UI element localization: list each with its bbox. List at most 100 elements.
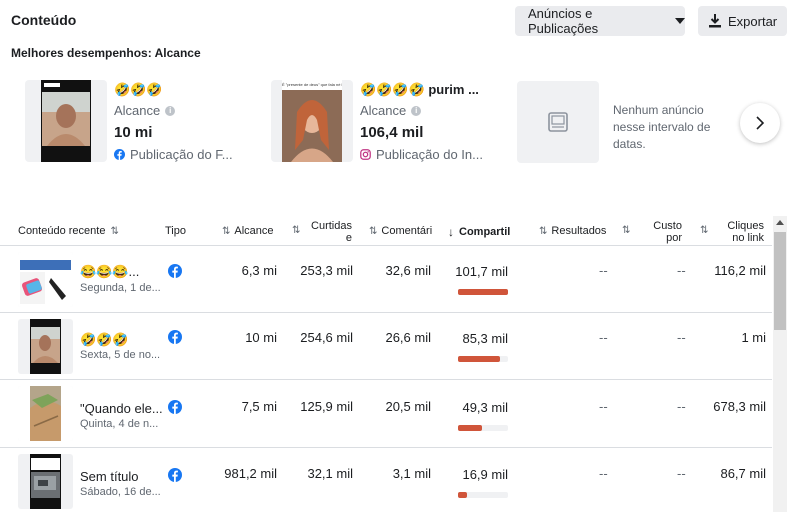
ad-placeholder-icon [548, 112, 568, 132]
shares-bar-fill [458, 492, 467, 498]
facebook-icon [168, 330, 182, 344]
row-date: Quinta, 4 de n... [80, 418, 159, 430]
likes-value: 253,3 mil [300, 263, 353, 278]
column-header-label: Resultados [551, 225, 607, 237]
card-metric-label: Alcance i [114, 103, 176, 118]
post-thumbnail-image [41, 80, 91, 162]
comments-value: 26,6 mil [385, 330, 431, 345]
row-thumbnail [18, 319, 73, 374]
column-header-clicks[interactable]: Cliques no link [714, 220, 764, 244]
column-header-label: Comentári [381, 225, 433, 237]
post-thumbnail-image [282, 80, 342, 162]
sort-icon: ⇅ [222, 225, 231, 237]
row-title[interactable]: Sem título [80, 469, 139, 484]
column-header-shares[interactable]: ↓ Compartil [448, 225, 510, 239]
download-icon [709, 14, 721, 28]
card-thumbnail: É "presente de deus" que fala né kk [271, 80, 353, 162]
post-thumbnail-image [30, 454, 61, 509]
shares-value: 85,3 mil [462, 331, 508, 346]
export-button[interactable]: Exportar [698, 6, 787, 36]
results-value: -- [599, 263, 608, 278]
reach-value: 981,2 mil [224, 466, 277, 481]
column-header-label: Conteúdo recente [18, 225, 106, 237]
table-scrollbar[interactable] [773, 216, 787, 512]
column-header-cost-sort[interactable]: ⇅ [622, 225, 634, 236]
column-header-cost[interactable]: Custo por [650, 220, 682, 244]
column-header-reach[interactable]: ⇅ Alcance [222, 225, 274, 237]
row-title[interactable]: 🤣🤣🤣 [80, 332, 129, 348]
comments-value: 32,6 mil [385, 263, 431, 278]
cost-value: -- [677, 263, 686, 278]
row-date: Segunda, 1 de... [80, 282, 161, 294]
column-header-likes-sort[interactable]: ⇅ [292, 225, 304, 236]
post-thumbnail-image [18, 386, 73, 441]
cost-value: -- [677, 330, 686, 345]
likes-value: 125,9 mil [300, 399, 353, 414]
sort-icon: ⇅ [369, 225, 378, 237]
column-header-results[interactable]: ⇅ Resultados [539, 225, 606, 237]
reach-value: 6,3 mi [241, 263, 277, 278]
results-value: -- [599, 330, 608, 345]
comments-value: 3,1 mil [392, 466, 431, 481]
card-post-title: 🤣🤣🤣🤣 purim ... [360, 82, 479, 97]
column-header-clicks-sort[interactable]: ⇅ [700, 225, 712, 236]
top-performer-card-2[interactable]: É "presente de deus" que fala né kk 🤣🤣🤣🤣… [271, 80, 483, 164]
table-row[interactable]: "Quando ele... Quinta, 4 de n... 7,5 mi … [0, 379, 772, 447]
carousel-next-button[interactable] [740, 103, 780, 143]
top-performer-card-1[interactable]: 🤣🤣🤣 Alcance i 10 mi Publicação do F... [25, 80, 235, 164]
results-value: -- [599, 466, 608, 481]
info-icon[interactable]: i [165, 105, 176, 116]
sort-icon: ⇅ [539, 225, 548, 237]
caret-down-icon [675, 18, 685, 24]
cost-value: -- [677, 466, 686, 481]
card-thumbnail [25, 80, 107, 162]
column-header-label: Compartil [459, 226, 511, 238]
row-title[interactable]: "Quando ele... [80, 401, 163, 416]
table-row[interactable]: 😂😂😂... Segunda, 1 de... 6,3 mi 253,3 mil… [0, 245, 772, 313]
export-label: Exportar [728, 13, 778, 29]
column-header-content[interactable]: Conteúdo recente ⇅ [18, 225, 119, 237]
ads-dropdown-label: Anúncios e Publicações [528, 6, 599, 36]
metric-label-text: Alcance [360, 103, 407, 118]
column-header-comments[interactable]: ⇅ Comentári [369, 225, 432, 237]
facebook-icon [114, 149, 125, 160]
row-thumbnail [18, 386, 73, 441]
card-metric-value: 106,4 mil [360, 124, 424, 141]
row-title[interactable]: 😂😂😂... [80, 264, 139, 280]
results-value: -- [599, 399, 608, 414]
column-header-label: Alcance [234, 225, 274, 237]
sort-icon: ⇅ [292, 225, 301, 236]
shares-value: 101,7 mil [455, 264, 508, 279]
info-icon[interactable]: i [411, 105, 422, 116]
column-header-type[interactable]: Tipo [165, 225, 186, 237]
card-metric-value: 10 mi [114, 124, 153, 141]
card-platform: Publicação do In... [360, 147, 483, 162]
platform-label: Publicação do F... [130, 147, 233, 162]
card-post-title: 🤣🤣🤣 [114, 82, 163, 97]
platform-label: Publicação do In... [376, 147, 483, 162]
shares-bar-fill [458, 289, 508, 295]
shares-bar-fill [458, 356, 500, 362]
thumbnail-caption: É "presente de deus" que fala né kk [282, 82, 342, 87]
facebook-icon [168, 400, 182, 414]
content-header: Conteúdo Anúncios e Publicações Exportar [0, 0, 800, 40]
sort-icon: ⇅ [110, 225, 119, 237]
scrollbar-thumb[interactable] [774, 232, 786, 330]
reach-value: 7,5 mi [241, 399, 277, 414]
card-metric-label: Alcance i [360, 103, 422, 118]
facebook-icon [168, 468, 182, 482]
scroll-up-arrow-icon[interactable] [776, 220, 784, 225]
row-thumbnail [18, 454, 73, 509]
likes-value: 32,1 mil [307, 466, 353, 481]
chevron-right-icon [756, 116, 765, 130]
row-date: Sexta, 5 de no... [80, 349, 161, 361]
comments-value: 20,5 mil [385, 399, 431, 414]
table-row[interactable]: 🤣🤣🤣 Sexta, 5 de no... 10 mi 254,6 mil 26… [0, 312, 772, 380]
column-header-likes[interactable]: Curtidas e [308, 220, 352, 244]
cost-value: -- [677, 399, 686, 414]
ads-and-posts-dropdown[interactable]: Anúncios e Publicações [515, 6, 685, 36]
clicks-value: 116,2 mil [714, 263, 766, 278]
table-row[interactable]: Sem título Sábado, 16 de... 981,2 mil 32… [0, 447, 772, 512]
table-header: Conteúdo recente ⇅ Tipo ⇅ Alcance ⇅ Curt… [0, 216, 772, 246]
shares-bar [458, 425, 508, 431]
